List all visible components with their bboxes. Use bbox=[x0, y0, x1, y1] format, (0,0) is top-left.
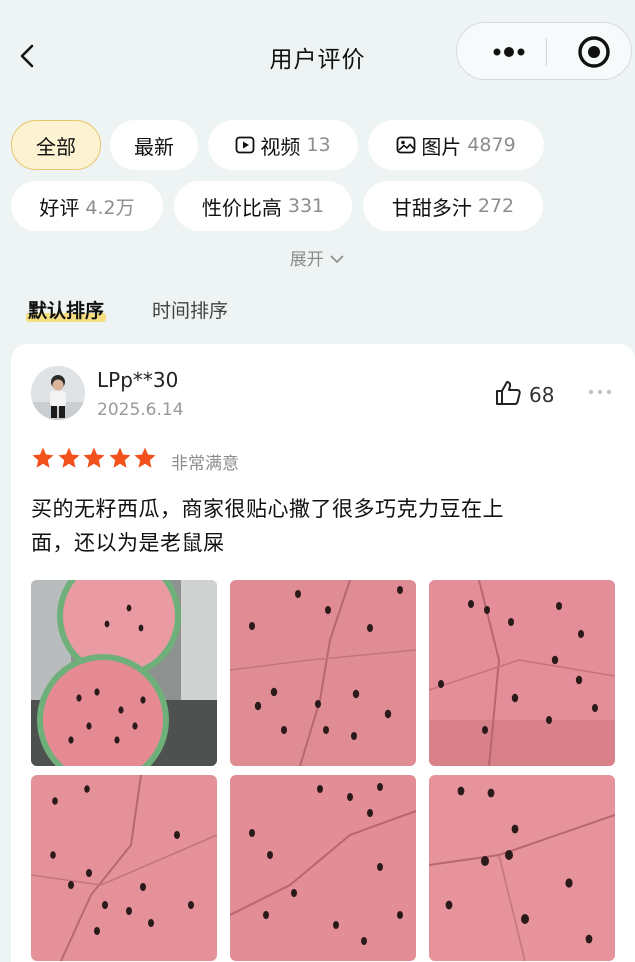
top-bar: 用户评价 bbox=[0, 0, 635, 110]
review-card: LPp**30 2025.6.14 68 非常满意 买的无籽西瓜，商家很贴心撒了… bbox=[11, 344, 635, 962]
more-dots-icon[interactable] bbox=[475, 23, 543, 81]
tab-time-sort[interactable]: 时间排序 bbox=[152, 296, 228, 323]
filter-label: 全部 bbox=[36, 134, 76, 159]
like-button[interactable]: 68 bbox=[493, 380, 554, 410]
expand-label: 展开 bbox=[289, 250, 324, 270]
avatar[interactable] bbox=[31, 366, 85, 420]
filter-chip-value[interactable]: 性价比高 331 bbox=[174, 181, 352, 231]
filter-chip-sweet[interactable]: 甘甜多汁 272 bbox=[363, 181, 543, 231]
review-more-icon[interactable] bbox=[587, 384, 613, 398]
filter-label: 性价比高 bbox=[201, 195, 282, 220]
star-icon bbox=[133, 446, 157, 470]
review-text-line: 面，还以为是老鼠屎 bbox=[31, 531, 225, 555]
star-icon bbox=[82, 446, 106, 470]
review-date: 2025.6.14 bbox=[97, 400, 184, 420]
filter-count: 4.2万 bbox=[85, 196, 135, 219]
filter-chip-image[interactable]: 图片 4879 bbox=[368, 120, 544, 170]
tab-default-sort[interactable]: 默认排序 bbox=[26, 296, 107, 323]
filter-label: 视频 bbox=[260, 134, 301, 159]
filter-count: 4879 bbox=[467, 134, 516, 156]
filter-label: 最新 bbox=[134, 134, 174, 159]
review-text: 买的无籽西瓜，商家很贴心撒了很多巧克力豆在上 面，还以为是老鼠屎 bbox=[31, 492, 591, 560]
chevron-down-icon bbox=[329, 250, 345, 270]
filter-label: 图片 bbox=[421, 134, 462, 159]
filter-count: 13 bbox=[306, 134, 331, 156]
like-count: 68 bbox=[529, 383, 555, 407]
filter-chip-video[interactable]: 视频 13 bbox=[208, 120, 358, 170]
review-photo[interactable] bbox=[230, 775, 416, 961]
expand-filters-button[interactable]: 展开 bbox=[0, 245, 635, 270]
sort-label: 默认排序 bbox=[28, 300, 105, 322]
review-photo[interactable] bbox=[31, 775, 217, 961]
filter-count: 272 bbox=[477, 195, 515, 217]
review-photo[interactable] bbox=[230, 580, 416, 766]
filter-label: 好评 bbox=[39, 195, 80, 220]
sort-label: 时间排序 bbox=[152, 300, 229, 322]
star-icon bbox=[31, 446, 55, 470]
review-photo[interactable] bbox=[429, 775, 615, 961]
review-photo[interactable] bbox=[429, 580, 615, 766]
reviewer-name: LPp**30 bbox=[97, 368, 179, 392]
mini-program-capsule bbox=[456, 22, 632, 80]
filter-chip-latest[interactable]: 最新 bbox=[110, 120, 198, 170]
image-icon bbox=[396, 135, 416, 155]
review-photo[interactable] bbox=[31, 580, 217, 766]
video-icon bbox=[235, 135, 255, 155]
filter-chip-all[interactable]: 全部 bbox=[11, 120, 101, 170]
star-rating bbox=[31, 446, 159, 470]
review-text-line: 买的无籽西瓜，商家很贴心撒了很多巧克力豆在上 bbox=[31, 497, 504, 521]
filter-count: 331 bbox=[287, 195, 325, 217]
filter-chip-positive[interactable]: 好评 4.2万 bbox=[11, 181, 163, 231]
rating-text: 非常满意 bbox=[171, 454, 239, 474]
filter-label: 甘甜多汁 bbox=[391, 195, 472, 220]
thumbs-up-icon bbox=[493, 378, 523, 412]
capsule-divider bbox=[546, 38, 547, 66]
star-icon bbox=[108, 446, 132, 470]
star-icon bbox=[57, 446, 81, 470]
close-target-icon[interactable] bbox=[567, 23, 625, 81]
